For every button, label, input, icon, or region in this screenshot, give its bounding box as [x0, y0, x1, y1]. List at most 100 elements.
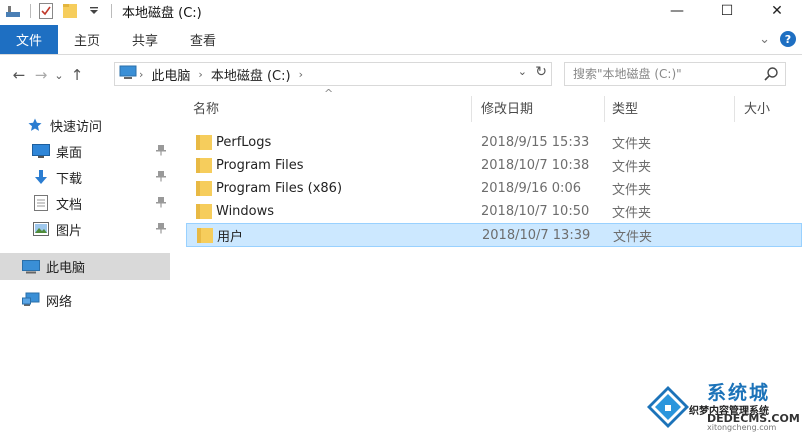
sort-ascending-icon: ^ — [324, 87, 334, 100]
refresh-icon[interactable]: ↻ — [535, 64, 547, 80]
help-icon[interactable]: ? — [780, 31, 796, 47]
watermark: 系统城 织梦内容管理系统 DEDECMS.COM xitongcheng.com — [645, 378, 800, 432]
folder-icon — [196, 203, 212, 223]
window-title: 本地磁盘 (C:) — [122, 5, 202, 21]
tab-file[interactable]: 文件 — [0, 25, 58, 54]
star-icon — [26, 116, 44, 134]
file-type: 文件夹 — [612, 183, 652, 198]
column-header-date[interactable]: 修改日期 — [481, 90, 533, 124]
watermark-title: 系统城 — [707, 382, 771, 404]
address-dropdown-icon[interactable]: ⌄ — [518, 65, 527, 78]
nav-label: 文档 — [56, 197, 83, 213]
file-date: 2018/9/16 0:06 — [481, 181, 581, 196]
nav-label: 下载 — [56, 171, 83, 187]
file-row[interactable]: Windows 2018/10/7 10:50 文件夹 — [186, 200, 802, 223]
quick-access-toolbar — [0, 0, 118, 22]
nav-label: 此电脑 — [46, 261, 86, 276]
search-box[interactable] — [564, 62, 786, 86]
breadcrumb-separator[interactable]: › — [198, 68, 202, 81]
file-type: 文件夹 — [612, 160, 652, 175]
recent-locations-button[interactable]: ⌄ — [52, 64, 66, 86]
ribbon-right-controls: ⌄ ? — [759, 31, 796, 47]
tab-share[interactable]: 共享 — [116, 25, 174, 54]
file-type: 文件夹 — [613, 229, 653, 245]
file-date: 2018/10/7 13:39 — [482, 227, 591, 243]
column-header-name[interactable]: 名称 — [193, 90, 219, 124]
folder-icon — [197, 227, 213, 247]
forward-button[interactable]: → — [30, 64, 52, 86]
tab-home[interactable]: 主页 — [58, 25, 116, 54]
file-date: 2018/10/7 10:38 — [481, 158, 590, 173]
nav-item-this-pc[interactable]: 此电脑 — [0, 253, 170, 280]
navigation-pane: 快速访问 桌面 下载 文档 图片 此电脑 网络 — [0, 96, 170, 434]
minimize-button[interactable]: — — [652, 0, 702, 22]
tab-view[interactable]: 查看 — [174, 25, 232, 54]
pin-icon[interactable] — [156, 196, 166, 211]
properties-icon[interactable] — [4, 2, 22, 20]
expand-ribbon-icon[interactable]: ⌄ — [759, 32, 770, 47]
nav-label: 网络 — [46, 294, 73, 310]
nav-item-pictures[interactable]: 图片 — [0, 217, 170, 241]
download-arrow-icon — [32, 168, 50, 186]
pin-icon[interactable] — [156, 144, 166, 159]
pin-icon[interactable] — [156, 222, 166, 237]
window-controls: — ☐ ✕ — [652, 0, 802, 22]
new-folder-icon[interactable] — [61, 2, 79, 20]
watermark-url: xitongcheng.com — [707, 423, 777, 432]
breadcrumb-separator[interactable]: › — [139, 68, 143, 81]
checkmark-doc-icon[interactable] — [37, 2, 55, 20]
file-row-selected[interactable]: 用户 2018/10/7 13:39 文件夹 — [186, 223, 802, 247]
nav-quick-access[interactable]: 快速访问 — [0, 113, 170, 137]
pictures-icon — [32, 220, 50, 238]
column-header-size[interactable]: 大小 — [744, 90, 770, 124]
file-row[interactable]: Program Files (x86) 2018/9/16 0:06 文件夹 — [186, 177, 802, 200]
nav-label: 桌面 — [56, 145, 83, 161]
toolbar-separator-2 — [111, 4, 112, 18]
file-row[interactable]: Program Files 2018/10/7 10:38 文件夹 — [186, 154, 802, 177]
close-button[interactable]: ✕ — [752, 0, 802, 22]
file-date: 2018/10/7 10:50 — [481, 204, 590, 219]
file-row[interactable]: PerfLogs 2018/9/15 15:33 文件夹 — [186, 131, 802, 154]
folder-icon — [196, 134, 212, 154]
file-name: Program Files — [216, 158, 304, 173]
desktop-icon — [32, 142, 50, 160]
breadcrumb-local-disk[interactable]: 本地磁盘 (C:) — [211, 65, 291, 84]
address-bar[interactable]: › 此电脑 › 本地磁盘 (C:) › ⌄ ↻ — [114, 62, 552, 86]
network-icon — [22, 291, 40, 309]
search-icon[interactable] — [763, 66, 779, 86]
nav-item-downloads[interactable]: 下载 — [0, 165, 170, 189]
computer-icon — [22, 258, 40, 276]
folder-icon — [196, 180, 212, 200]
file-name: Program Files (x86) — [216, 181, 343, 196]
column-divider[interactable] — [734, 96, 735, 122]
address-row: ← → ⌄ ↑ › 此电脑 › 本地磁盘 (C:) › ⌄ ↻ — [0, 60, 802, 90]
this-pc-small-icon — [119, 65, 137, 83]
file-name: PerfLogs — [216, 135, 272, 150]
toolbar-separator — [30, 4, 31, 18]
up-button[interactable]: ↑ — [66, 64, 88, 86]
breadcrumb-this-pc[interactable]: 此电脑 — [151, 65, 190, 84]
nav-item-network[interactable]: 网络 — [0, 288, 170, 312]
file-type: 文件夹 — [612, 206, 652, 221]
nav-item-desktop[interactable]: 桌面 — [0, 139, 170, 163]
title-bar: 本地磁盘 (C:) — ☐ ✕ — [0, 0, 802, 22]
file-date: 2018/9/15 15:33 — [481, 135, 590, 150]
document-icon — [32, 194, 50, 212]
pin-icon[interactable] — [156, 170, 166, 185]
folder-icon — [196, 157, 212, 177]
back-button[interactable]: ← — [8, 64, 30, 86]
file-name: Windows — [216, 204, 275, 219]
column-header-type[interactable]: 类型 — [612, 90, 638, 124]
column-divider[interactable] — [604, 96, 605, 122]
file-name: 用户 — [217, 229, 244, 245]
nav-item-documents[interactable]: 文档 — [0, 191, 170, 215]
column-divider[interactable] — [471, 96, 472, 122]
search-input[interactable] — [573, 67, 753, 81]
breadcrumb-separator[interactable]: › — [299, 68, 303, 81]
customize-dropdown-icon[interactable] — [85, 2, 103, 20]
ribbon-tabs: 文件 主页 共享 查看 ⌄ ? — [0, 25, 802, 55]
nav-label: 图片 — [56, 223, 83, 239]
maximize-button[interactable]: ☐ — [702, 0, 752, 22]
file-type: 文件夹 — [612, 137, 652, 152]
watermark-logo-icon — [647, 386, 689, 428]
